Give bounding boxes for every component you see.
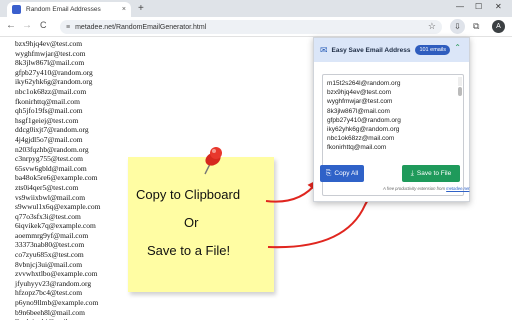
email-list-item: q77o3sfx3i@test.com (15, 211, 81, 221)
profile-avatar[interactable]: A (492, 20, 505, 33)
download-icon: ⤓ (410, 169, 414, 177)
maximize-icon[interactable]: ☐ (475, 2, 482, 11)
email-list-item: 4j4gjdl5o7@mail.com (15, 134, 83, 144)
scroll-thumb[interactable] (458, 87, 462, 97)
footer-text: A free productivity extension from (383, 186, 447, 191)
address-bar-row: ← → C ≡ metadee.net/RandomEmailGenerator… (0, 17, 512, 37)
email-list-item: iky62yhk6g@random.org (15, 77, 93, 87)
email-list-item: ba48ok5re6@example.com (15, 173, 98, 183)
email-list-item: 8k3jlw867l@mail.com (15, 58, 85, 68)
email-list-item: ddcg0ixjt7@random.org (15, 125, 89, 135)
tab-strip: Random Email Addresses × + — ☐ ✕ (0, 0, 512, 17)
extension-logo-icon: ✉ (320, 44, 328, 55)
bookmark-star-icon[interactable]: ☆ (428, 21, 436, 32)
email-list-item: n203fqzhb@random.org (15, 144, 89, 154)
email-list-item: hfzopz7bc4@test.com (15, 288, 83, 298)
email-list-item: 6iqvikek7q@example.com (15, 221, 96, 231)
site-favicon-icon (12, 5, 21, 14)
email-list-item: zts0i4qer5@test.com (15, 182, 79, 192)
note-line-save: Save to a File! (147, 243, 231, 258)
email-list-item: zvvwhxtlbo@example.com (15, 269, 98, 279)
extracted-email-line: nbc1ok68zz@mail.com (327, 135, 395, 143)
email-list-item: fkonirhttq@mail.com (15, 96, 81, 106)
note-line-or: Or (184, 215, 199, 230)
extracted-email-line: iky62yhk6g@random.org (327, 125, 400, 133)
email-list-item: 33373nab80@test.com (15, 240, 85, 250)
copy-all-label: Copy All (334, 170, 359, 177)
collapse-chevron-icon[interactable]: ⌃ (454, 43, 461, 52)
extracted-email-line: 8k3jlw867l@mail.com (327, 107, 390, 115)
email-list-item: c3nrpyg755@test.com (15, 154, 83, 164)
email-list-item: bzx9hjq4ev@test.com (15, 39, 83, 48)
tab-close-icon[interactable]: × (122, 6, 126, 13)
email-list-item: hsgf1geiej@test.com (15, 115, 79, 125)
close-window-icon[interactable]: ✕ (495, 2, 502, 11)
extracted-email-line: bzx9hjq4ev@test.com (327, 89, 392, 97)
popup-title: Easy Save Email Address (331, 46, 411, 54)
email-list-item: aoemmrg9yf@mail.com (15, 230, 89, 240)
email-list-item: s9wwul1x6q@example.com (15, 202, 101, 212)
email-list-item: co7zyu685x@test.com (15, 250, 84, 260)
save-to-file-button[interactable]: ⤓ Save to File (402, 165, 460, 182)
email-list-item: nbc1ok68zz@mail.com (15, 86, 87, 96)
list-scrollbar[interactable] (458, 77, 462, 97)
copy-icon: ⎘ (325, 169, 332, 177)
copy-all-button[interactable]: ⎘ Copy All (320, 165, 364, 182)
new-tab-icon[interactable]: + (138, 3, 144, 14)
forward-icon[interactable]: → (22, 20, 32, 31)
extracted-email-line: wyghfmwjar@test.com (327, 98, 393, 106)
minimize-icon[interactable]: — (456, 2, 464, 11)
save-to-file-label: Save to File (416, 170, 452, 177)
site-info-icon[interactable]: ≡ (66, 24, 70, 31)
omnibox[interactable]: ≡ metadee.net/RandomEmailGenerator.html … (60, 20, 442, 34)
extracted-email-line: m15t2s264l@random.org (327, 80, 401, 87)
email-list-item: p6yno9llmb@example.com (15, 298, 99, 308)
extension-action-icon[interactable]: ⇩ (450, 19, 465, 34)
reload-icon[interactable]: C (40, 20, 47, 30)
email-count-badge: 101 emails (415, 45, 451, 55)
note-line-copy: Copy to Clipboard (136, 187, 241, 202)
email-list-item: 8vbnjcj3ui@mail.com (15, 259, 83, 269)
back-icon[interactable]: ← (6, 20, 16, 31)
extensions-puzzle-icon[interactable]: ⧉ (473, 21, 479, 32)
tab-title: Random Email Addresses (26, 6, 101, 13)
footer-link[interactable]: metadee.net (446, 186, 469, 191)
extracted-email-line: fkonirhttq@mail.com (327, 144, 387, 152)
email-list-item: jfyuhyyv23@random.org (15, 278, 92, 288)
email-list-item: 65svw6gbld@mail.com (15, 163, 87, 173)
email-list: bzx9hjq4ev@test.com wyghfmwjar@test.com 8k… (15, 39, 100, 320)
email-list-item: b9n6beeh8l@mail.com (15, 307, 86, 317)
email-list-item: vs9wiixbwl@mail.com (15, 192, 86, 202)
browser-tab[interactable]: Random Email Addresses × (7, 2, 131, 17)
email-list-item: qh5jfo19fs@mail.com (15, 106, 83, 116)
popup-header: ✉ Easy Save Email Address 101 emails ⌃ (314, 38, 469, 62)
email-list-item: wyghfmwjar@test.com (15, 48, 86, 58)
email-list-item: gfpb27y410@random.org (15, 67, 93, 77)
popup-footer: A free productivity extension from metad… (383, 186, 469, 191)
url-text[interactable]: metadee.net/RandomEmailGenerator.html (75, 24, 206, 31)
push-pin-icon (204, 147, 222, 175)
extracted-email-line: gfpb27y410@random.org (327, 116, 401, 124)
